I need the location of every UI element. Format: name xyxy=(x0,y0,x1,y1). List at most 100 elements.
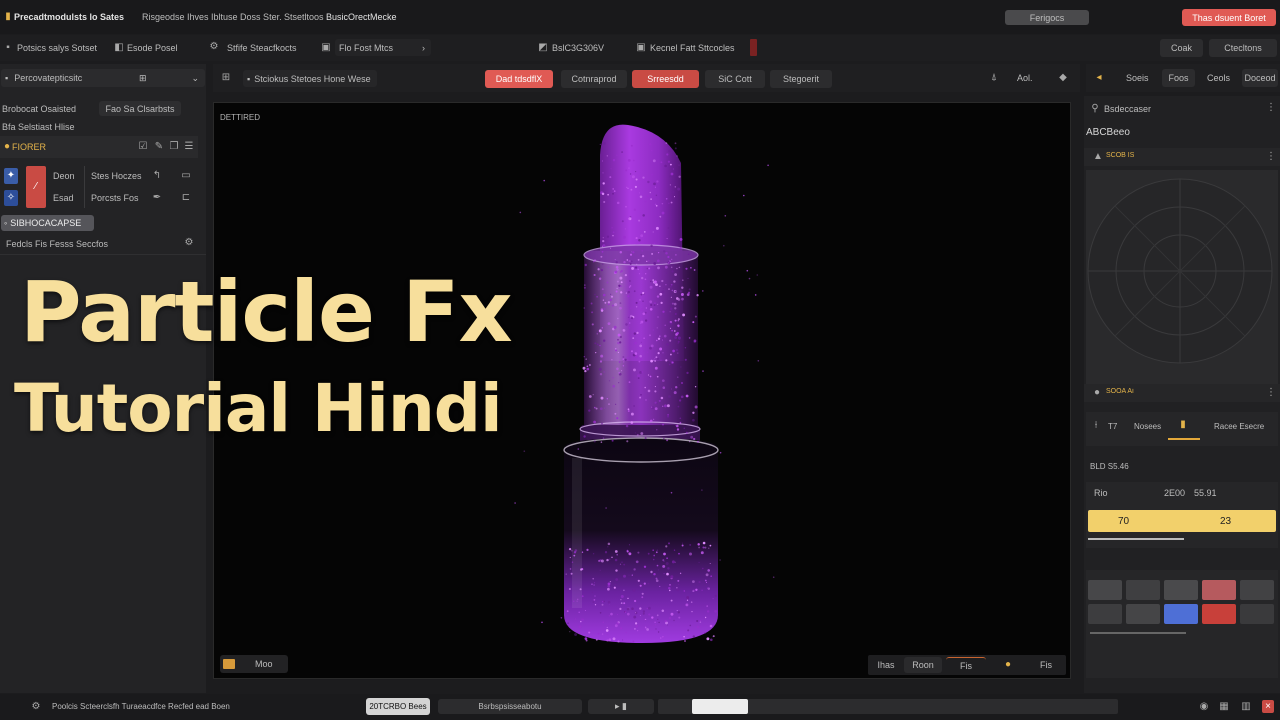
arrow-left-icon[interactable]: ◂ xyxy=(1094,72,1104,84)
menu-icon[interactable]: ☰ xyxy=(184,141,194,153)
diamond-icon[interactable]: ◆ xyxy=(1058,72,1068,84)
timeline-scrub[interactable] xyxy=(658,699,1118,714)
toolbar-right-1[interactable]: Coak xyxy=(1160,39,1203,57)
file-icon[interactable]: ▪ xyxy=(3,42,13,54)
right-toolbar-3[interactable]: Ceols xyxy=(1207,73,1230,83)
slider-track[interactable] xyxy=(1168,438,1200,440)
arrow-icon[interactable]: ↰ xyxy=(152,170,162,182)
toolbar-item-6[interactable]: Kecnel Fatt Sttcocles xyxy=(650,43,735,53)
close-status-icon[interactable]: × xyxy=(1262,700,1274,713)
toolbar-item-3[interactable]: Stfife Steacfkocts xyxy=(227,43,297,53)
tool-d-label[interactable]: Porcsts Fos xyxy=(91,193,139,203)
user-status-icon[interactable]: ▥ xyxy=(1240,701,1252,713)
viewport-btn-4[interactable]: Fis xyxy=(1030,657,1062,673)
tool-a-label[interactable]: Deon xyxy=(53,171,75,181)
value-bar[interactable]: 70 23 xyxy=(1088,510,1276,532)
pen-icon[interactable]: ✒ xyxy=(152,192,162,204)
swatch-9[interactable] xyxy=(1202,604,1236,624)
check-icon[interactable]: ☑ xyxy=(138,141,148,153)
tab-1[interactable]: Dad tdsdflX xyxy=(485,70,553,88)
bar-right-value: 23 xyxy=(1220,516,1232,527)
edit-icon[interactable]: ✎ xyxy=(154,141,164,153)
right-toolbar-4[interactable]: Doceod xyxy=(1242,69,1278,87)
section-1-header[interactable]: ▲ SCOB IS ⋮ xyxy=(1084,148,1280,166)
toolbar-item-1[interactable]: Potsics salys Sotset xyxy=(17,43,97,53)
tool-c-label[interactable]: Stes Hoczes xyxy=(91,171,142,181)
tab-2[interactable]: Cotnraprod xyxy=(561,70,627,88)
menu-item-c[interactable]: BusicOrectMecke xyxy=(326,12,397,22)
pin-icon[interactable]: ⍋ xyxy=(989,72,999,84)
swatch-track[interactable] xyxy=(1090,632,1186,634)
more-icon[interactable]: ⋮ xyxy=(1266,102,1276,114)
viewport-btn-1[interactable]: Ihas xyxy=(870,657,902,673)
value-track[interactable] xyxy=(1088,538,1184,540)
crop-icon[interactable]: ⊏ xyxy=(180,192,192,204)
swatch-10[interactable] xyxy=(1240,604,1274,624)
layers-icon[interactable]: ◩ xyxy=(538,42,548,54)
brush-tool-icon[interactable]: ⁄ xyxy=(26,166,46,208)
swatch-6[interactable] xyxy=(1088,604,1122,624)
title-right-button[interactable]: Thas dsuent Boret xyxy=(1182,9,1276,26)
highlight-button[interactable]: ◦ SIBHOCACAPSE xyxy=(1,215,94,231)
duplicate-icon[interactable]: ❐ xyxy=(169,141,179,153)
image-icon[interactable]: ▣ xyxy=(320,42,332,54)
swatch-7[interactable] xyxy=(1126,604,1160,624)
viewport-bottom-left[interactable]: Moo xyxy=(220,655,288,673)
main-toolbar: ▪ Potsics salys Sotset ◧ Esode Posel ⚙ S… xyxy=(0,35,1280,61)
section-2-header[interactable]: ● SOOA Ai ⋮ xyxy=(1084,384,1280,402)
viewport-btn-3[interactable]: Fis xyxy=(946,657,986,673)
swatch-3[interactable] xyxy=(1164,580,1198,600)
slider-knob-icon[interactable]: ▮ xyxy=(1178,419,1188,431)
camera-status-icon[interactable]: ◉ xyxy=(1198,701,1210,713)
right-toolbar-2[interactable]: Foos xyxy=(1162,69,1195,87)
status-active-button[interactable]: 20TCRBO Bees xyxy=(366,698,430,715)
radial-widget[interactable] xyxy=(1086,170,1278,390)
chevron-down-icon: ⌄ xyxy=(191,72,199,83)
timeline-handle[interactable] xyxy=(692,699,748,714)
grid-status-icon[interactable]: ▦ xyxy=(1218,701,1230,713)
swatch-4[interactable] xyxy=(1202,580,1236,600)
toolbar-item-4[interactable]: Flo Fost Mtcs › xyxy=(335,39,431,56)
box-icon[interactable]: ▣ xyxy=(636,42,646,54)
toolbar-right-2[interactable]: Ctecltons xyxy=(1209,39,1277,57)
left-panel-divider xyxy=(0,254,206,255)
swatch-5[interactable] xyxy=(1240,580,1274,600)
swatch-2[interactable] xyxy=(1126,580,1160,600)
menu-item-a[interactable]: Risgeodse Ihves Ibltuse Doss Ster. xyxy=(142,12,282,22)
menu-item-b[interactable]: Stsetltoos xyxy=(284,12,324,22)
section-2-more-icon[interactable]: ⋮ xyxy=(1266,387,1276,399)
settings-status-icon[interactable]: ⚙ xyxy=(30,701,42,713)
viewport-btn-2[interactable]: Roon xyxy=(904,657,942,673)
tab-3[interactable]: Srreesdd xyxy=(632,70,699,88)
row-a-button[interactable]: Fao Sa Clsarbsts xyxy=(99,101,181,116)
settings-gear-icon[interactable]: ⚙ xyxy=(208,41,220,53)
status-item-3[interactable]: ▸ ▮ xyxy=(588,699,654,714)
status-item-2[interactable]: Bsrbspsisseabotu xyxy=(438,699,582,714)
settings-icon[interactable]: ⚙ xyxy=(184,237,194,249)
swatch-1[interactable] xyxy=(1088,580,1122,600)
move-tool-icon[interactable]: ✦ xyxy=(4,168,18,184)
dot-icon[interactable]: ● xyxy=(1002,659,1014,671)
tab-4[interactable]: SiC Cott xyxy=(705,70,765,88)
swatch-8[interactable] xyxy=(1164,604,1198,624)
right-toolbar-1[interactable]: Soeis xyxy=(1126,73,1149,83)
paint-icon[interactable]: ◧ xyxy=(114,42,124,54)
emitter-dropdown[interactable]: ▪ Percovatepticsitc ⊞ ⌄ xyxy=(1,69,205,87)
tool-b-label[interactable]: Esad xyxy=(53,193,74,203)
record-indicator xyxy=(750,39,757,56)
search-icon[interactable]: ⚲ xyxy=(1090,103,1100,115)
section-1-more-icon[interactable]: ⋮ xyxy=(1266,151,1276,163)
slider-label-b: Nosees xyxy=(1134,422,1162,431)
emitter-dropdown-label: Percovatepticsitc xyxy=(14,73,83,83)
frame-icon[interactable]: ▭ xyxy=(180,170,192,182)
scale-tool-icon[interactable]: ✧ xyxy=(4,190,18,206)
section-label: FIORER xyxy=(12,142,47,152)
grid-toggle-icon[interactable]: ⊞ xyxy=(221,72,231,84)
toolbar-item-2[interactable]: Esode Posel xyxy=(127,43,178,53)
tool-grid: ✦ ✧ ⁄ Deon Esad Stes Hoczes Porcsts Fos … xyxy=(0,162,198,214)
tab-5[interactable]: Stegoerit xyxy=(770,70,832,88)
viewport-right-1[interactable]: Aol. xyxy=(1017,73,1033,83)
toolbar-item-5[interactable]: BslC3G306V xyxy=(552,43,604,53)
title-mid-button[interactable]: Ferigocs xyxy=(1005,10,1089,25)
values-block: Rio 2E00 55.91 70 23 xyxy=(1086,482,1278,548)
